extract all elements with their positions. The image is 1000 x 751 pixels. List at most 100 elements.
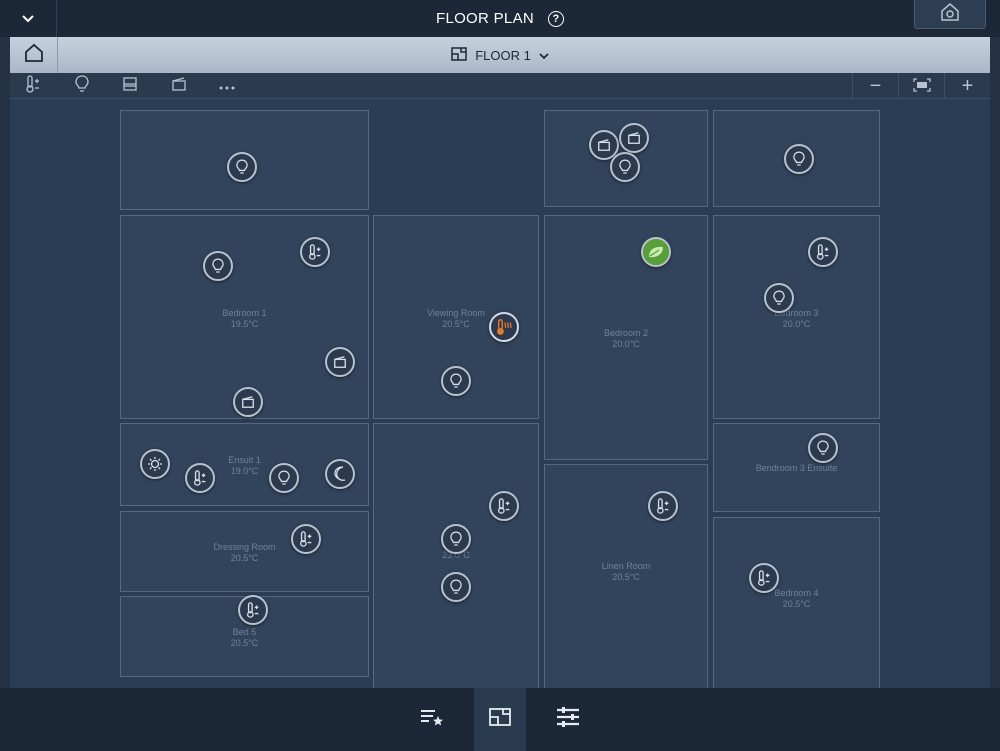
floor-plan-icon	[488, 707, 512, 732]
room-temp: 19.5°C	[230, 319, 259, 329]
sliders-icon	[556, 706, 580, 733]
room-name: Bedroom 3	[774, 308, 819, 318]
night-scene-device[interactable]	[325, 459, 355, 489]
thermostat-device[interactable]	[238, 595, 268, 625]
blind-icon	[122, 76, 138, 97]
thermostat-device[interactable]	[291, 524, 321, 554]
more-filters-button[interactable]	[211, 73, 243, 99]
room-bedroom-3[interactable]: Bedroom 3 20.0°C	[713, 215, 880, 419]
bulb-icon	[793, 151, 805, 167]
bulb-icon	[450, 373, 462, 389]
room-temp: 20.5°C	[230, 638, 259, 648]
blind-icon	[597, 138, 611, 152]
light-device[interactable]	[441, 366, 471, 396]
floor-selector[interactable]: FLOOR 1	[10, 37, 990, 73]
blind-device[interactable]	[619, 123, 649, 153]
thermostat-device[interactable]	[185, 463, 215, 493]
filter-toolbar: − +	[10, 73, 990, 99]
room-temp: 20.5°C	[782, 599, 811, 609]
floor-label: FLOOR 1	[475, 47, 531, 63]
nav-floor-plan[interactable]	[474, 688, 526, 751]
moon-icon	[333, 466, 347, 482]
thermostat-icon	[655, 498, 671, 514]
light-device[interactable]	[784, 144, 814, 174]
thermostat-icon	[307, 244, 323, 260]
thermostat-icon	[245, 602, 261, 618]
blind-device[interactable]	[325, 347, 355, 377]
room-name: Bendroom 3 Ensuite	[755, 463, 838, 473]
floor-plan-map[interactable]: Bedroom 1 19.5°C Viewing Room 20.5°C Bed…	[10, 99, 990, 751]
light-device[interactable]	[764, 283, 794, 313]
heater-icon	[496, 319, 512, 335]
floor-plan-icon	[451, 46, 467, 64]
light-device[interactable]	[441, 572, 471, 602]
favorites-list-icon	[419, 707, 445, 732]
room-name: Bedroom 2	[603, 328, 649, 338]
thermostat-icon	[192, 470, 208, 486]
room-dressing-room[interactable]: Dressing Room 20.5°C	[120, 511, 369, 592]
light-device[interactable]	[441, 524, 471, 554]
zoom-out-button[interactable]: −	[852, 73, 898, 99]
zoom-controls: − +	[852, 73, 990, 99]
room-name: Dressing Room	[213, 542, 276, 552]
bulb-icon	[619, 159, 631, 175]
light-device[interactable]	[203, 251, 233, 281]
room-name: Linen Room	[601, 561, 651, 571]
thermostat-device[interactable]	[808, 237, 838, 267]
nav-settings[interactable]	[542, 688, 594, 751]
eco-device[interactable]	[641, 237, 671, 267]
blind-icon	[241, 395, 255, 409]
filter-thermostat-button[interactable]	[17, 73, 49, 99]
filter-lights-button[interactable]	[66, 73, 98, 99]
bulb-icon	[817, 440, 829, 456]
room-bedroom-2[interactable]: Bedroom 2 20.0°C	[544, 215, 708, 460]
thermostat-icon	[24, 74, 42, 98]
page-title: FLOOR PLAN	[435, 10, 535, 27]
thermostat-device[interactable]	[489, 491, 519, 521]
floor-bar: FLOOR 1	[10, 37, 990, 73]
light-device[interactable]	[269, 463, 299, 493]
thermostat-device[interactable]	[300, 237, 330, 267]
leaf-icon	[647, 245, 665, 259]
sun-icon	[147, 456, 163, 472]
bulb-icon	[450, 579, 462, 595]
bulb-icon	[236, 159, 248, 175]
room-bedroom-3-ensuite[interactable]: Bendroom 3 Ensuite	[713, 423, 880, 512]
blind-icon	[333, 355, 347, 369]
filter-scenes-button[interactable]	[163, 73, 195, 99]
bulb-icon	[773, 290, 785, 306]
thermostat-icon	[756, 570, 772, 586]
thermostat-icon	[496, 498, 512, 514]
room-temp: 20.5°C	[230, 553, 259, 563]
home-gear-icon	[940, 2, 960, 26]
more-icon	[219, 77, 235, 95]
room-temp: 20.0°C	[782, 319, 811, 329]
bulb-icon	[212, 258, 224, 274]
bottom-nav	[0, 688, 1000, 751]
filter-blinds-button[interactable]	[114, 73, 146, 99]
day-scene-device[interactable]	[140, 449, 170, 479]
room-name: Bed 5	[232, 627, 257, 637]
light-device[interactable]	[610, 152, 640, 182]
bulb-icon	[278, 470, 290, 486]
thermostat-icon	[298, 531, 314, 547]
blind-device[interactable]	[233, 387, 263, 417]
help-icon[interactable]: ?	[548, 10, 565, 27]
chevron-down-icon	[539, 48, 549, 63]
fit-screen-icon	[912, 75, 931, 98]
thermostat-icon	[815, 244, 831, 260]
heater-device[interactable]	[489, 312, 519, 342]
home-settings-button[interactable]	[914, 0, 986, 29]
thermostat-device[interactable]	[648, 491, 678, 521]
scene-icon	[171, 76, 187, 97]
room-name: Bedroom 1	[222, 308, 267, 318]
nav-favorites[interactable]	[406, 688, 458, 751]
fit-screen-button[interactable]	[898, 73, 944, 99]
light-device[interactable]	[227, 152, 257, 182]
zoom-in-button[interactable]: +	[944, 73, 990, 99]
bulb-icon	[450, 531, 462, 547]
thermostat-device[interactable]	[749, 563, 779, 593]
room-temp: 20.0°C	[612, 339, 640, 349]
light-device[interactable]	[808, 433, 838, 463]
blind-icon	[627, 131, 641, 145]
